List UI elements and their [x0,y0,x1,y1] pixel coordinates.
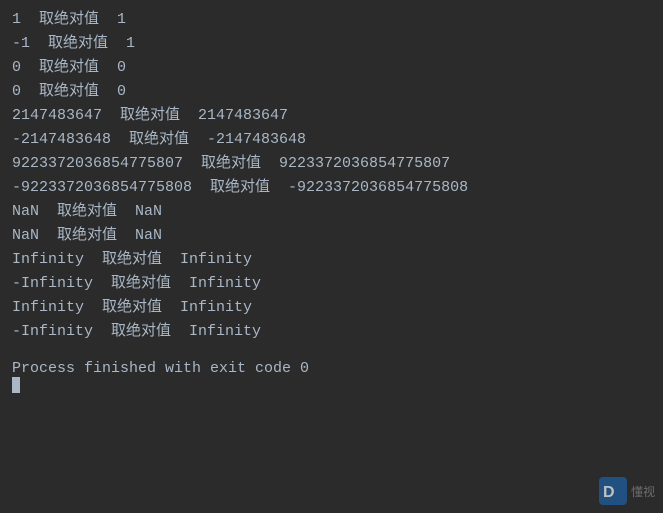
line-input: Infinity [12,248,84,272]
line-label: 取绝对值 [39,224,135,248]
line-output: 1 [126,32,135,56]
output-line: Infinity 取绝对值 Infinity [12,296,651,320]
output-line: 0 取绝对值 0 [12,56,651,80]
process-finish-line: Process finished with exit code 0 [12,360,651,377]
output-line: 1 取绝对值 1 [12,8,651,32]
line-input: NaN [12,224,39,248]
line-output: 2147483647 [198,104,288,128]
line-input: 2147483647 [12,104,102,128]
watermark-label: 懂视 [631,483,655,500]
line-label: 取绝对值 [39,200,135,224]
line-input: 0 [12,56,21,80]
line-input: Infinity [12,296,84,320]
watermark: D 懂视 [599,477,655,505]
line-output: NaN [135,224,162,248]
line-output: -2147483648 [207,128,306,152]
line-input: 1 [12,8,21,32]
line-output: -9223372036854775808 [288,176,468,200]
line-output: Infinity [180,248,252,272]
line-input: -2147483648 [12,128,111,152]
line-label: 取绝对值 [93,320,189,344]
line-label: 取绝对值 [192,176,288,200]
line-label: 取绝对值 [84,248,180,272]
line-label: 取绝对值 [111,128,207,152]
output-line: -2147483648 取绝对值 -2147483648 [12,128,651,152]
line-input: -Infinity [12,272,93,296]
watermark-logo-icon: D [599,477,627,505]
line-label: 取绝对值 [102,104,198,128]
output-line: 2147483647 取绝对值 2147483647 [12,104,651,128]
line-output: Infinity [180,296,252,320]
cursor-line [12,377,651,393]
line-output: Infinity [189,320,261,344]
line-label: 取绝对值 [93,272,189,296]
line-input: -1 [12,32,30,56]
line-output: 9223372036854775807 [279,152,450,176]
line-label: 取绝对值 [21,56,117,80]
output-line: -Infinity 取绝对值 Infinity [12,272,651,296]
line-input: -Infinity [12,320,93,344]
line-label: 取绝对值 [21,80,117,104]
line-label: 取绝对值 [21,8,117,32]
line-output: Infinity [189,272,261,296]
output-line: 0 取绝对值 0 [12,80,651,104]
line-output: 0 [117,80,126,104]
line-label: 取绝对值 [84,296,180,320]
terminal-window: 1 取绝对值 1-1 取绝对值 10 取绝对值 00 取绝对值 02147483… [0,0,663,513]
line-output: 0 [117,56,126,80]
output-line: NaN 取绝对值 NaN [12,200,651,224]
output-line: -Infinity 取绝对值 Infinity [12,320,651,344]
line-label: 取绝对值 [30,32,126,56]
line-label: 取绝对值 [183,152,279,176]
terminal-cursor [12,377,20,393]
line-input: -9223372036854775808 [12,176,192,200]
line-input: 9223372036854775807 [12,152,183,176]
svg-text:D: D [603,484,615,501]
line-input: 0 [12,80,21,104]
output-line: NaN 取绝对值 NaN [12,224,651,248]
line-input: NaN [12,200,39,224]
line-output: 1 [117,8,126,32]
output-line: 9223372036854775807 取绝对值 922337203685477… [12,152,651,176]
output-line: -9223372036854775808 取绝对值 -9223372036854… [12,176,651,200]
process-exit-text: Process finished with exit code 0 [12,360,309,377]
line-output: NaN [135,200,162,224]
output-line: -1 取绝对值 1 [12,32,651,56]
output-line: Infinity 取绝对值 Infinity [12,248,651,272]
